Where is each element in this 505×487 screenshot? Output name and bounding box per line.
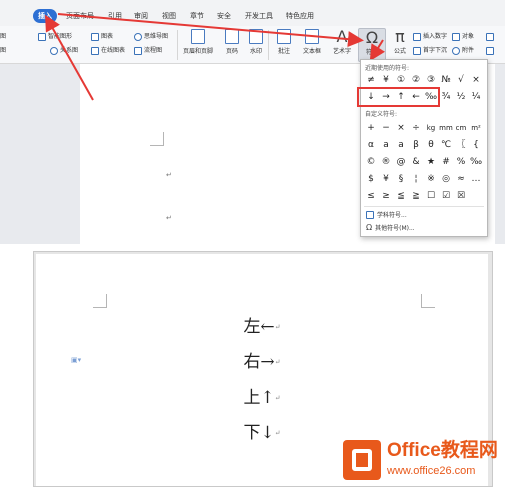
symbol-cell[interactable]: ¦ [409,173,423,185]
symbol-cell[interactable]: ½ [454,91,468,103]
page-corner-mark [421,294,435,308]
arrow-to-insert-tab [45,14,94,101]
symbol-cell[interactable]: ≤ [364,190,378,202]
symbol-cell[interactable]: a [379,139,393,151]
paragraph-mark: ↵ [274,323,281,331]
symbol-cell[interactable]: § [394,173,408,185]
doc-line-text: 上↑ [243,388,275,408]
symbol-cell[interactable]: m² [469,122,483,134]
office-logo-icon [343,440,381,480]
paragraph-mark: ↵ [274,394,281,402]
doc-line-up[interactable]: 上↑↵ [36,387,488,409]
symbol-cell[interactable]: @ [394,156,408,168]
symbol-cell[interactable]: ≈ [454,173,468,185]
symbol-cell[interactable]: mm [439,122,453,134]
site-watermark: Office教程网 www.office26.com [337,437,505,487]
symbol-cell[interactable]: ≧ [409,190,423,202]
subject-symbols-label: 学科符号... [377,212,407,219]
symbol-dropdown: 近期使用的符号: ≠ ¥ ① ② ③ № √ × ↓ → ↑ ← ‰ ¾ ½ ¼… [360,59,488,237]
symbol-cell[interactable]: № [439,74,453,86]
symbol-cell[interactable]: ℃ [439,139,453,151]
doc-line-text: 右→ [243,352,275,372]
subject-symbols-item[interactable]: 学科符号... [366,210,407,219]
popup-divider [364,206,484,207]
symbol-cell[interactable]: kg [424,122,438,134]
omega-icon: Ω [366,223,373,232]
symbol-cell[interactable]: © [364,156,378,168]
recent-symbols-header: 近期使用的符号: [365,65,410,72]
symbol-cell[interactable]: β [409,139,423,151]
symbol-cell[interactable]: ¼ [469,91,483,103]
symbol-cell[interactable]: % [454,156,468,168]
symbol-cell[interactable]: 〖 [454,139,468,151]
symbol-cell[interactable]: × [394,122,408,134]
doc-line-left[interactable]: 左←↵ [36,316,488,338]
symbol-cell[interactable]: ‰ [469,156,483,168]
symbol-cell[interactable]: cm [454,122,468,134]
symbol-cell[interactable]: ® [379,156,393,168]
symbol-cell[interactable]: ★ [424,156,438,168]
page-corner-mark [93,294,107,308]
doc-line-text: 左← [243,317,275,337]
symbol-cell[interactable]: ☑ [439,190,453,202]
arrow-to-symbol-button [57,13,364,48]
symbol-cell[interactable]: # [439,156,453,168]
annotation-highlight-box [357,87,440,107]
symbol-cell[interactable]: $ [364,173,378,185]
subject-symbols-icon [366,210,374,219]
symbol-cell[interactable]: ◎ [439,173,453,185]
symbol-cell[interactable]: { [469,139,483,151]
symbol-cell[interactable]: a [394,139,408,151]
symbol-cell[interactable]: θ [424,139,438,151]
symbol-cell[interactable]: ≥ [379,190,393,202]
symbol-cell[interactable]: ※ [424,173,438,185]
watermark-url: www.office26.com [387,465,476,477]
symbol-cell[interactable]: + [364,122,378,134]
symbol-cell[interactable]: α [364,139,378,151]
symbol-cell[interactable]: & [409,156,423,168]
symbol-cell[interactable]: ① [394,74,408,86]
symbol-cell[interactable]: × [469,74,483,86]
symbol-cell[interactable]: − [379,122,393,134]
doc-line-right[interactable]: 右→↵ [36,351,488,373]
other-symbols-item[interactable]: Ω 其他符号(M)... [366,223,415,232]
symbol-cell[interactable]: ¾ [439,91,453,103]
paragraph-mark: ↵ [274,429,281,437]
symbol-cell[interactable]: ≦ [394,190,408,202]
symbol-cell[interactable]: ÷ [409,122,423,134]
paragraph-mark: ↵ [274,358,281,366]
custom-symbols-header: 自定义符号: [365,111,398,118]
watermark-title: Office教程网 [387,440,498,461]
symbol-cell[interactable]: … [469,173,483,185]
arrow-to-popup [369,39,386,62]
symbol-cell[interactable]: ¥ [379,74,393,86]
symbol-cell[interactable]: ≠ [364,74,378,86]
symbol-cell[interactable]: ☐ [424,190,438,202]
symbol-cell[interactable]: √ [454,74,468,86]
symbol-cell[interactable]: ☒ [454,190,468,202]
symbol-cell[interactable]: ¥ [379,173,393,185]
doc-line-text: 下↓ [243,423,275,443]
symbol-cell[interactable]: ③ [424,74,438,86]
other-symbols-label: 其他符号(M)... [375,225,415,232]
symbol-cell[interactable]: ② [409,74,423,86]
